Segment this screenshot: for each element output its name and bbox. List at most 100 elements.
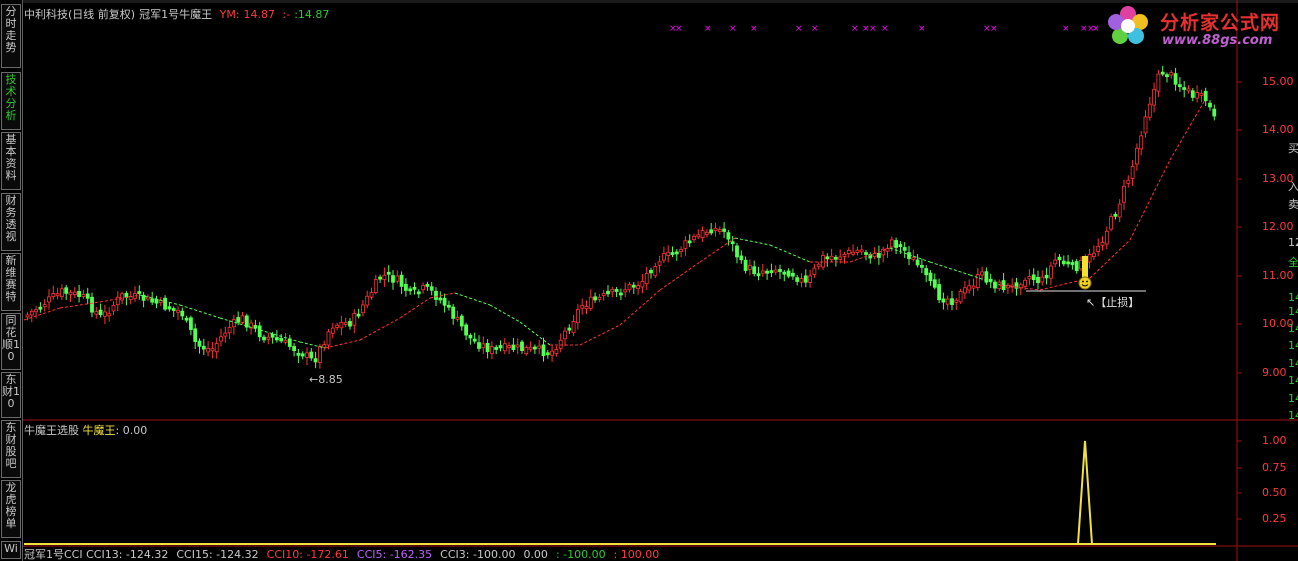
candle-body bbox=[193, 328, 198, 342]
chart-canvas: ×× × × × × × × × × × × × × × × ×× bbox=[22, 0, 1298, 561]
candle-body bbox=[1139, 135, 1144, 150]
candle-body bbox=[717, 229, 722, 232]
candle-body bbox=[1169, 72, 1174, 76]
candle-body bbox=[945, 298, 950, 305]
right-edge-label: 入 bbox=[1288, 180, 1298, 193]
sidebar-tab-3[interactable]: 财务透视 bbox=[1, 193, 21, 251]
candle-body bbox=[971, 285, 976, 289]
indicator-tick-label: 0.75 bbox=[1262, 461, 1287, 474]
candle-body bbox=[829, 255, 834, 261]
candle-body bbox=[1061, 260, 1066, 265]
candle-body bbox=[722, 228, 726, 232]
candle-body bbox=[378, 276, 383, 280]
candle-body bbox=[1147, 103, 1152, 118]
candle-body bbox=[855, 249, 860, 253]
candle-body bbox=[210, 348, 215, 352]
candle-body bbox=[1092, 252, 1096, 257]
candle-body bbox=[103, 311, 107, 317]
watermark-logo: 分析家公式网 www.88gs.com bbox=[1100, 2, 1298, 50]
sidebar-tab-5[interactable]: 同花顺10 bbox=[1, 313, 21, 370]
candle-body bbox=[834, 256, 838, 260]
sidebar-tab-0[interactable]: 分时走势 bbox=[1, 4, 21, 68]
candle-body bbox=[421, 285, 426, 291]
left-sidebar: 分时走势技术分析 基本资料财务透视 新维赛特 同花顺10 东财10 东财股吧 龙虎榜单 Wi bbox=[0, 0, 23, 561]
candle-body bbox=[408, 288, 413, 292]
indicator-name: 牛魔王选股 bbox=[24, 424, 79, 437]
buy-signal-bar bbox=[1082, 256, 1088, 278]
candle-body bbox=[489, 346, 494, 354]
candle-body bbox=[107, 313, 112, 317]
candle-body bbox=[584, 306, 589, 310]
signal-marker: × bbox=[704, 24, 712, 34]
indicator-line bbox=[24, 440, 1216, 545]
candle-body bbox=[821, 255, 825, 268]
sidebar-tab-4[interactable]: 新维赛特 bbox=[1, 253, 21, 311]
candle-body bbox=[472, 338, 477, 342]
candle-body bbox=[227, 327, 232, 334]
candle-body bbox=[326, 331, 331, 346]
candle-body bbox=[386, 271, 391, 275]
signal-marker: × bbox=[811, 24, 819, 34]
candle-body bbox=[214, 343, 219, 353]
sidebar-tab-8[interactable]: 龙虎榜单 bbox=[1, 480, 21, 538]
flower-logo-icon bbox=[1108, 6, 1148, 44]
price-axis-ticks bbox=[1237, 81, 1242, 374]
ma-segment bbox=[769, 244, 811, 263]
candle-body bbox=[778, 269, 782, 272]
candle-body bbox=[279, 337, 284, 342]
signal-marker: × bbox=[1092, 24, 1100, 34]
candle-body bbox=[111, 304, 116, 312]
candle-body bbox=[257, 325, 262, 338]
smiley-eye-icon bbox=[1082, 280, 1084, 283]
candle-body bbox=[769, 270, 774, 274]
logo-url: www.88gs.com bbox=[1162, 33, 1273, 48]
candle-body bbox=[795, 277, 800, 282]
ma-segment bbox=[489, 304, 521, 323]
moving-average-line bbox=[23, 99, 1206, 349]
sidebar-tab-7[interactable]: 东财股吧 bbox=[1, 420, 21, 478]
candle-body bbox=[1122, 185, 1126, 203]
candle-body bbox=[494, 347, 499, 350]
candle-body bbox=[937, 284, 941, 301]
candle-body bbox=[416, 291, 421, 295]
candle-body bbox=[563, 330, 567, 340]
ma-segment bbox=[23, 307, 61, 321]
candle-body bbox=[619, 292, 623, 296]
cci-value: CCI10: -172.61 bbox=[266, 548, 349, 561]
sidebar-tab-6[interactable]: 东财10 bbox=[1, 372, 21, 418]
candle-body bbox=[485, 342, 490, 353]
price-tick-label: 11.00 bbox=[1262, 269, 1294, 282]
candle-body bbox=[72, 291, 77, 296]
candle-body bbox=[115, 296, 120, 306]
candle-body bbox=[266, 336, 271, 340]
signal-marker: × bbox=[869, 24, 877, 34]
candle-body bbox=[38, 306, 43, 310]
sidebar-tab-2[interactable]: 基本资料 bbox=[1, 132, 21, 190]
candle-body bbox=[782, 271, 787, 275]
candle-body bbox=[580, 304, 585, 309]
price-tick-label: 12.00 bbox=[1262, 220, 1294, 233]
candle-body bbox=[283, 339, 288, 343]
candle-body bbox=[700, 230, 705, 238]
sidebar-tab-9[interactable]: Wi bbox=[1, 541, 21, 559]
candle-body bbox=[391, 275, 395, 283]
signal-marker: × bbox=[1062, 24, 1070, 34]
candle-body bbox=[98, 309, 103, 316]
candle-body bbox=[343, 321, 348, 325]
formula-title: 冠军1号牛魔王 bbox=[139, 8, 213, 21]
candle-body bbox=[296, 352, 301, 356]
candle-body bbox=[330, 327, 335, 334]
candle-body bbox=[988, 278, 993, 282]
candle-body bbox=[1117, 203, 1122, 218]
sidebar-tab-1[interactable]: 技术分析 bbox=[1, 72, 21, 130]
candle-body bbox=[1186, 88, 1191, 92]
ma-segment bbox=[59, 301, 101, 309]
signal-marker: × bbox=[675, 24, 683, 34]
cci-value: : -100.00 bbox=[555, 548, 606, 561]
ma-segment bbox=[579, 324, 621, 346]
candle-body bbox=[1109, 216, 1113, 230]
candle-body bbox=[188, 317, 193, 330]
candle-body bbox=[68, 291, 73, 295]
candle-body bbox=[657, 261, 662, 266]
candle-body bbox=[81, 294, 86, 297]
